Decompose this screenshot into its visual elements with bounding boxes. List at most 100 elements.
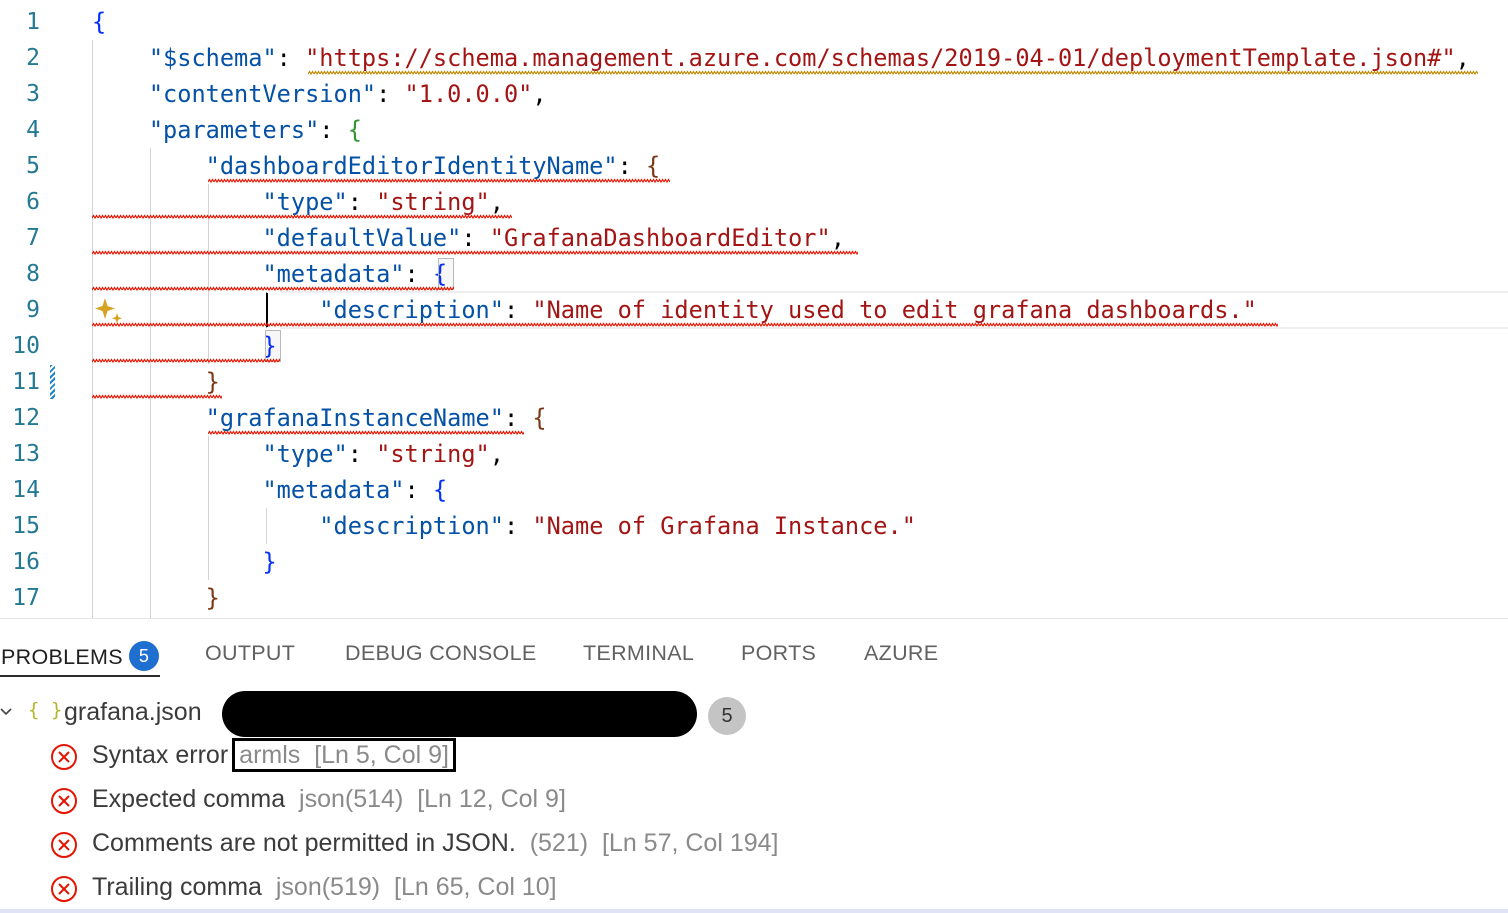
- problem-item[interactable]: Trailing comma json(519) [Ln 65, Col 10]: [0, 867, 1508, 911]
- tab-debug-console[interactable]: DEBUG CONSOLE: [345, 641, 536, 666]
- code-line[interactable]: "contentVersion": "1.0.0.0",: [92, 74, 547, 110]
- code-token: {: [347, 116, 362, 144]
- tab-azure[interactable]: AZURE: [864, 641, 938, 666]
- error-squiggle: [92, 394, 222, 400]
- problem-item[interactable]: Comments are not permitted in JSON. (521…: [0, 823, 1508, 867]
- code-token: }: [262, 548, 277, 576]
- problem-source: armls: [239, 741, 301, 769]
- code-line[interactable]: }: [92, 362, 220, 398]
- line-number: 13: [12, 441, 40, 467]
- code-token: "type": [262, 188, 348, 216]
- code-token: :: [376, 80, 405, 108]
- error-squiggle: [92, 322, 1278, 328]
- error-squiggle: [92, 214, 512, 220]
- code-line[interactable]: "parameters": {: [92, 110, 362, 146]
- code-token: :: [503, 512, 533, 540]
- tab-problems[interactable]: PROBLEMS 5: [1, 641, 159, 671]
- code-line[interactable]: "type": "string",: [92, 182, 504, 218]
- code-editor[interactable]: 1 2 3 4 5 6 7 8 9 10 11 12 13 14 15 16 17 { "$schema": "…: [0, 0, 1508, 618]
- indent-guide: [208, 436, 209, 580]
- tab-debug-console-label: DEBUG CONSOLE: [345, 641, 537, 665]
- code-line[interactable]: "dashboardEditorIdentityName": {: [92, 146, 661, 182]
- indent-guide: [208, 184, 209, 364]
- error-squiggle: [92, 286, 454, 292]
- code-token: "1.0.0.0": [404, 80, 533, 108]
- code-line[interactable]: }: [92, 578, 220, 614]
- tab-output[interactable]: OUTPUT: [205, 641, 295, 666]
- tab-terminal-label: TERMINAL: [583, 641, 695, 665]
- line-number: 2: [26, 45, 40, 71]
- code-token: "contentVersion": [148, 80, 377, 108]
- problem-source-location-highlight: armls [Ln 5, Col 9]: [232, 738, 456, 772]
- problem-source: json(519): [275, 873, 381, 901]
- error-squiggle: [208, 178, 670, 184]
- line-number: 16: [12, 549, 40, 575]
- code-line[interactable]: {: [92, 2, 106, 38]
- code-token: :: [404, 260, 433, 288]
- tab-ports-label: PORTS: [741, 641, 817, 665]
- problem-source: json(514): [299, 785, 404, 813]
- problem-location: [Ln 57, Col 194]: [601, 829, 779, 857]
- chevron-down-icon[interactable]: [0, 701, 12, 721]
- warning-squiggle: [308, 70, 1478, 76]
- code-token: "string": [376, 188, 490, 216]
- line-number: 11: [12, 369, 40, 395]
- problems-file-group[interactable]: { } grafana.json 5: [0, 691, 1508, 737]
- file-name: grafana.json: [64, 698, 202, 726]
- tab-problems-label: PROBLEMS: [1, 645, 123, 669]
- code-token: }: [205, 584, 220, 612]
- dirty-diff-marker[interactable]: [50, 365, 55, 399]
- code-token: "grafanaInstanceName": [205, 404, 504, 432]
- problem-message: Expected comma: [92, 785, 286, 813]
- panel-bottom-edge: [0, 909, 1508, 913]
- line-number: 7: [26, 225, 40, 251]
- code-line[interactable]: }: [92, 542, 277, 578]
- code-token: "dashboardEditorIdentityName": [205, 152, 618, 180]
- code-token: :: [404, 476, 433, 504]
- code-line[interactable]: "$schema": "https://schema.management.az…: [92, 38, 1470, 74]
- code-token: :: [503, 404, 533, 432]
- code-line[interactable]: "metadata": {: [92, 254, 447, 290]
- sparkle-icon[interactable]: [93, 296, 125, 326]
- json-file-icon: { }: [28, 699, 63, 721]
- problem-item[interactable]: Expected comma json(514) [Ln 12, Col 9]: [0, 779, 1508, 823]
- code-line[interactable]: "description": "Name of Grafana Instance…: [92, 506, 916, 542]
- code-line[interactable]: "metadata": {: [92, 470, 447, 506]
- problem-location: [Ln 12, Col 9]: [417, 785, 566, 813]
- line-number: 8: [26, 261, 40, 287]
- code-token: "https://schema.management.azure.com/sch…: [305, 44, 1456, 72]
- tab-output-label: OUTPUT: [205, 641, 296, 665]
- tab-ports[interactable]: PORTS: [741, 641, 816, 666]
- code-line[interactable]: "defaultValue": "GrafanaDashboardEditor"…: [92, 218, 844, 254]
- error-circle-icon: [51, 788, 77, 814]
- line-number: 17: [12, 585, 40, 611]
- code-token: ,: [1455, 44, 1470, 72]
- problem-message: Trailing comma: [92, 873, 262, 901]
- redacted-file-path: [222, 691, 697, 737]
- line-number: 5: [26, 153, 40, 179]
- code-line[interactable]: }: [92, 326, 276, 362]
- line-number: 10: [12, 333, 40, 359]
- code-line[interactable]: "type": "string",: [92, 434, 504, 470]
- problem-location: [Ln 5, Col 9]: [314, 741, 449, 769]
- problem-item[interactable]: Syntax error armls [Ln 5, Col 9]: [0, 735, 1508, 779]
- code-token: :: [347, 188, 377, 216]
- code-line[interactable]: "grafanaInstanceName": {: [92, 398, 547, 434]
- tab-terminal[interactable]: TERMINAL: [583, 641, 694, 666]
- code-token: ,: [489, 440, 504, 468]
- code-token: "description": [319, 512, 504, 540]
- code-token: "metadata": [262, 476, 405, 504]
- error-circle-icon: [51, 744, 77, 770]
- code-token: ,: [489, 188, 504, 216]
